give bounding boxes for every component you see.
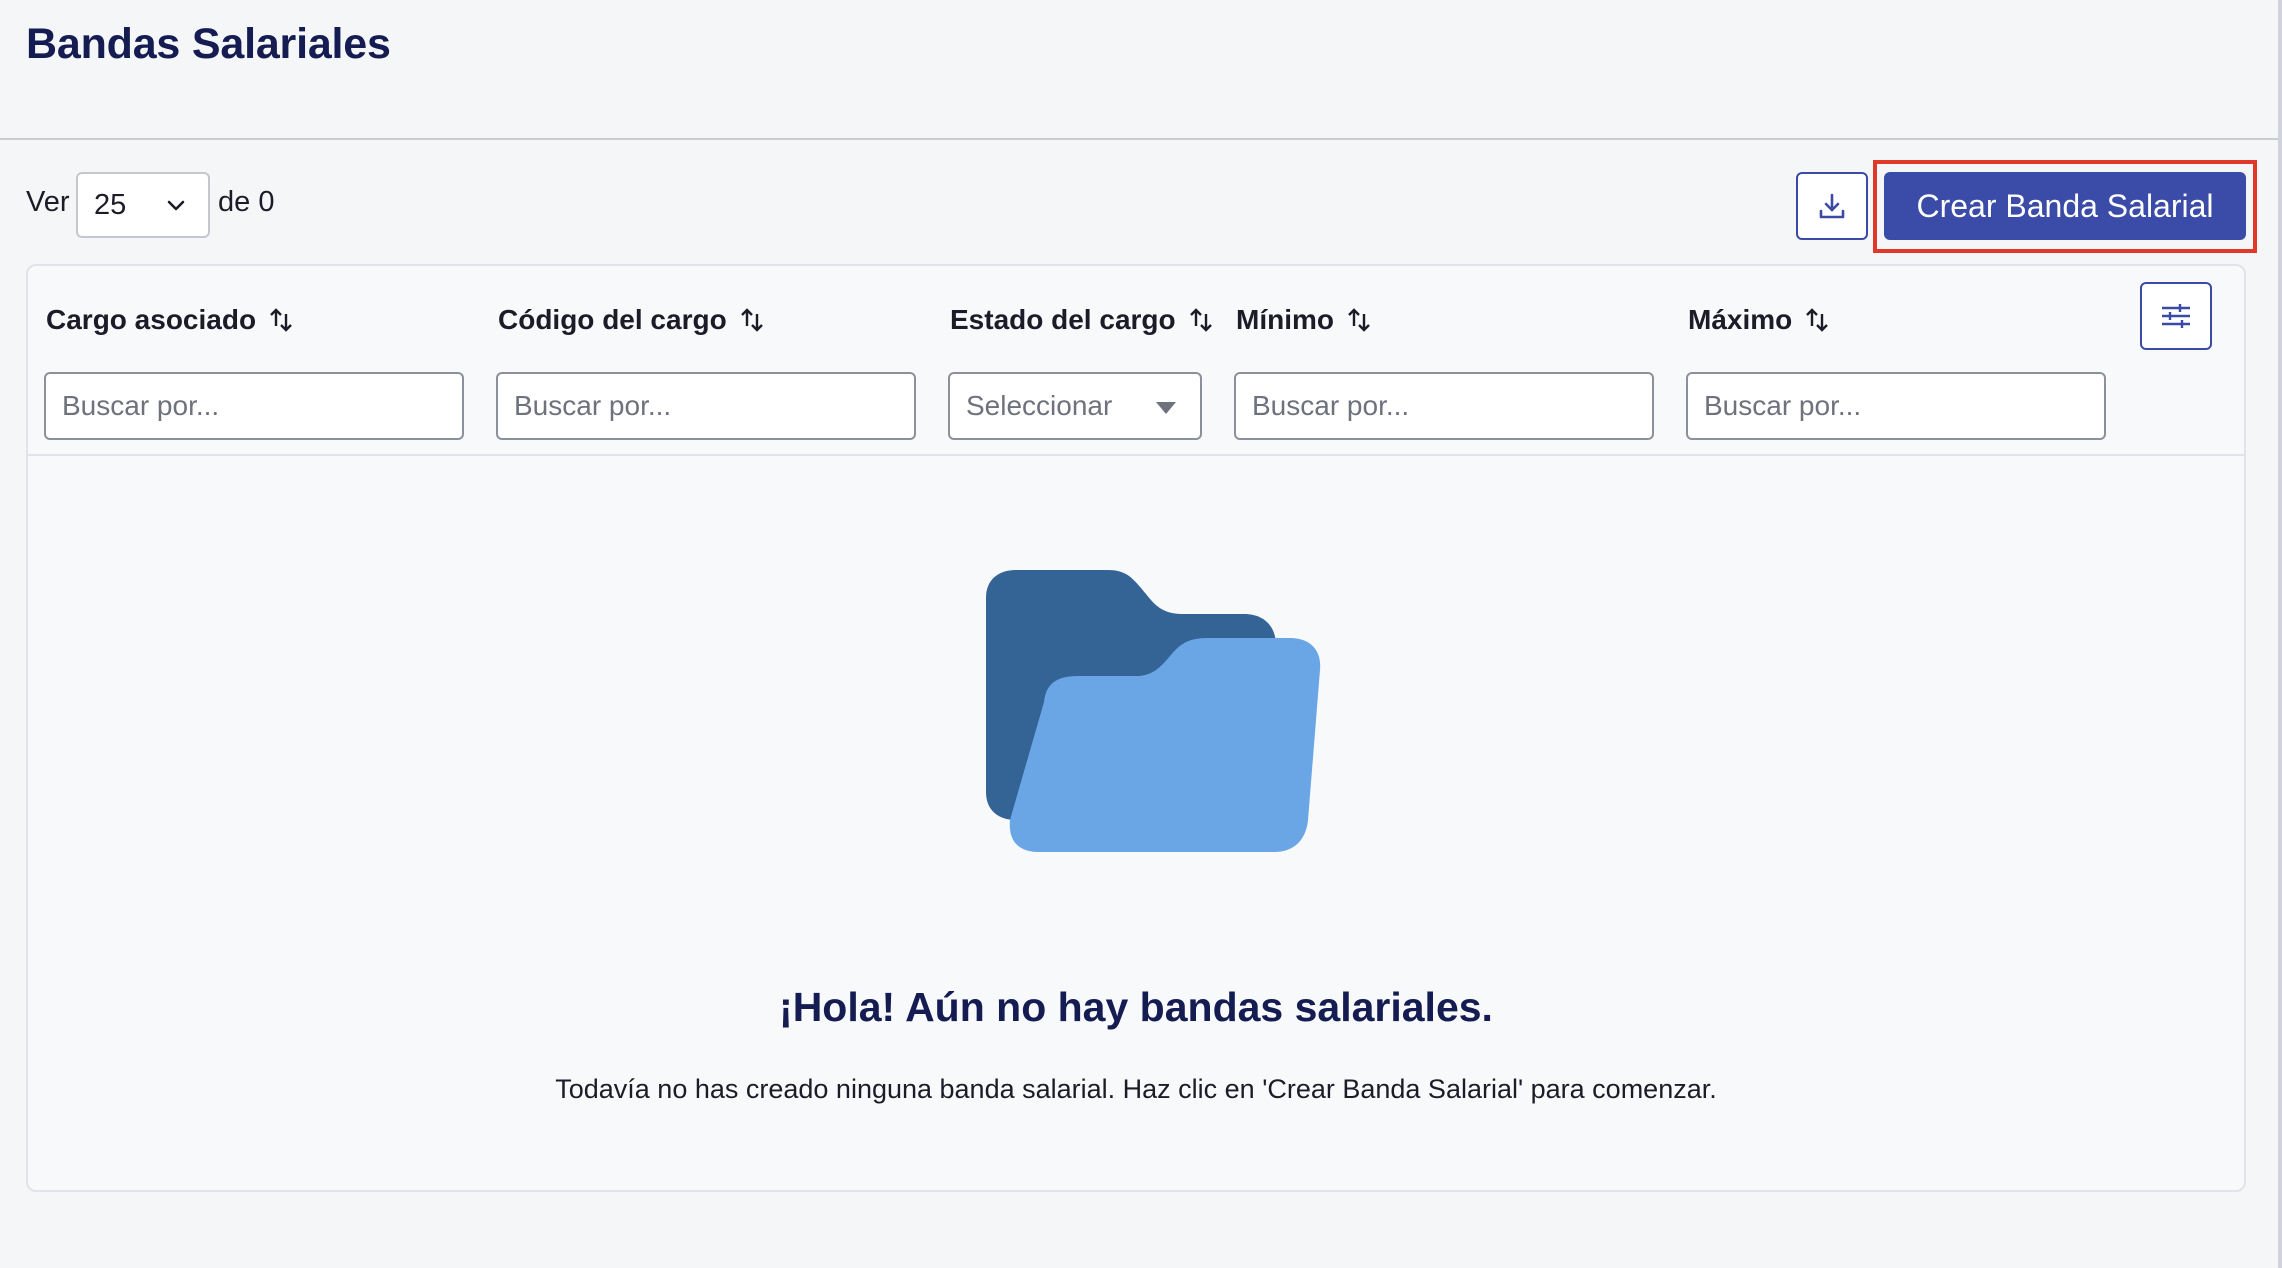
chevron-down-icon [167, 200, 185, 211]
total-count-label: de 0 [218, 186, 275, 218]
window-edge [2278, 0, 2282, 1268]
filter-cargo-asociado-input[interactable] [44, 372, 464, 440]
create-salary-band-button[interactable]: Crear Banda Salarial [1884, 172, 2246, 240]
sort-arrows-icon [270, 308, 292, 332]
column-label: Cargo asociado [46, 304, 257, 335]
column-label: Máximo [1688, 304, 1793, 335]
filter-codigo-del-cargo-input[interactable] [496, 372, 916, 440]
column-label: Mínimo [1236, 304, 1334, 335]
sort-arrows-icon [1348, 308, 1370, 332]
download-button[interactable] [1796, 172, 1868, 240]
per-page-select[interactable]: 25 [76, 172, 210, 238]
column-header-cargo-asociado[interactable]: Cargo asociado [46, 304, 294, 336]
empty-state-title: ¡Hola! Aún no hay bandas salariales. [779, 984, 1493, 1030]
page: Bandas Salariales Ver 25 de 0 Crear Band… [0, 0, 2282, 1268]
column-settings-button[interactable] [2140, 282, 2212, 350]
per-page-value: 25 [94, 188, 127, 221]
select-placeholder: Seleccionar [966, 390, 1113, 421]
empty-state-message: Todavía no has creado ninguna banda sala… [555, 1074, 1717, 1104]
caret-down-icon [1156, 402, 1176, 414]
column-header-maximo[interactable]: Máximo [1688, 304, 1830, 336]
header-divider [0, 138, 2278, 140]
filter-maximo-input[interactable] [1686, 372, 2106, 440]
filter-minimo-input[interactable] [1234, 372, 1654, 440]
column-label: Código del cargo [498, 304, 727, 335]
column-header-codigo-del-cargo[interactable]: Código del cargo [498, 304, 765, 336]
download-icon [1819, 193, 1845, 219]
column-header-estado-del-cargo[interactable]: Estado del cargo [950, 304, 1214, 336]
filter-estado-del-cargo-select[interactable]: Seleccionar [948, 372, 1202, 440]
column-label: Estado del cargo [950, 304, 1176, 335]
sort-arrows-icon [1189, 308, 1212, 332]
per-page-label: Ver [26, 186, 70, 218]
sort-arrows-icon [740, 308, 763, 332]
sliders-icon [2162, 304, 2190, 328]
page-title: Bandas Salariales [26, 20, 391, 68]
table-header: Cargo asociado Código del cargo [28, 266, 2244, 456]
folder-icon [986, 570, 1321, 852]
sort-arrows-icon [1806, 308, 1829, 332]
salary-bands-table: Cargo asociado Código del cargo [26, 264, 2246, 1192]
column-header-minimo[interactable]: Mínimo [1236, 304, 1372, 336]
